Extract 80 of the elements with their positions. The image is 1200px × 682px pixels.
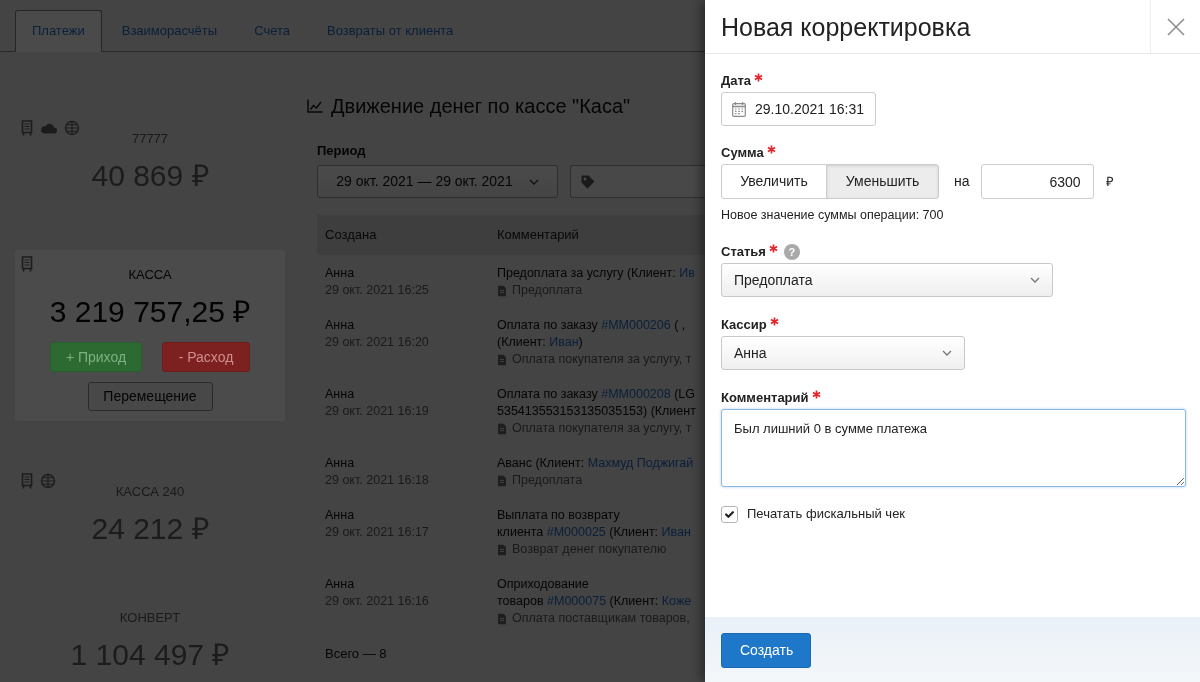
globe-icon: [64, 120, 80, 136]
author-text: Анна: [325, 576, 356, 593]
create-button[interactable]: Создать: [721, 633, 811, 668]
document-icon: [497, 474, 507, 487]
author-text: Анна: [325, 455, 356, 472]
close-button[interactable]: [1150, 0, 1200, 53]
account-balance: 3 219 757,25 ₽: [48, 294, 252, 330]
comment-text: товаров #M000075 (Клиент: Коже: [497, 593, 693, 610]
calendar-icon: [732, 101, 746, 117]
comment-link[interactable]: Коже: [661, 594, 692, 608]
field-label: Сумма: [721, 144, 764, 162]
dropdown-field[interactable]: Предоплата: [721, 263, 1053, 297]
author-text: Анна: [325, 265, 356, 282]
document-icon: [497, 284, 507, 297]
income-button[interactable]: + Приход: [50, 342, 142, 372]
panel-title: Новая корректировка: [720, 12, 972, 43]
close-icon: [1166, 17, 1185, 36]
chevron-icon: [942, 350, 952, 356]
dropdown-field[interactable]: Анна: [721, 336, 965, 370]
field-label: Дата: [721, 72, 752, 90]
comment-text: Оприходование: [497, 576, 590, 593]
chart-icon: [307, 99, 323, 113]
comment-text: 535413553153135035153) (Клиент: [497, 403, 697, 420]
period-select[interactable]: 29 окт. 2021 — 29 окт. 2021: [317, 165, 558, 198]
account-name: КАССА: [127, 266, 173, 284]
tag-filter-field[interactable]: [570, 165, 705, 198]
comment-text: Выплата по возврату: [497, 507, 621, 524]
tag-icon: [580, 173, 596, 190]
comment-text: клиента #M000025 (Клиент: Иван: [497, 524, 692, 541]
document-icon: [497, 612, 507, 625]
comment-text: Аванс (Клиент: Махмуд Поджигай: [497, 455, 695, 472]
author-text: Анна: [325, 507, 356, 524]
cloud-icon: [40, 122, 58, 134]
comment-text: Оплата по заказу #MM000206 ( ,: [497, 317, 687, 334]
comment-link[interactable]: Ив: [679, 266, 695, 280]
comment-link[interactable]: #M000025: [546, 525, 606, 539]
tab[interactable]: Возвраты от клиента: [310, 10, 471, 52]
transfer-button[interactable]: Перемещение: [87, 382, 213, 411]
globe-icon: [40, 473, 56, 489]
comment-link[interactable]: #M000075: [547, 594, 607, 608]
tab[interactable]: Платежи: [15, 10, 102, 52]
account-card[interactable]: КАССА 3 219 757,25 ₽ + Приход - Расход Перемещение: [15, 250, 285, 421]
author-text: Анна: [325, 317, 356, 334]
chevron-icon: [1030, 277, 1040, 283]
help-icon[interactable]: ?: [783, 244, 800, 260]
receipt-icon: [20, 120, 34, 136]
tab[interactable]: Взаиморасчёты: [104, 10, 235, 52]
page-heading: Движение денег по кассе "Каса": [331, 94, 631, 118]
field-label: Комментарий: [721, 389, 809, 407]
comment-link[interactable]: Иван: [661, 525, 691, 539]
expense-button[interactable]: - Расход: [162, 342, 250, 372]
hint-text: Новое значение суммы операции: 700: [721, 207, 945, 224]
field-label: Кассир: [721, 316, 767, 334]
amount-field[interactable]: 6300: [980, 164, 1094, 199]
comment-link[interactable]: #MM000206: [601, 318, 671, 332]
comment-text: Предоплата за услугу (Клиент: Ив: [497, 265, 696, 282]
comment-link[interactable]: #MM000208: [601, 387, 671, 401]
document-icon: [497, 422, 507, 435]
comment-link[interactable]: Махмуд Поджигай: [587, 456, 694, 470]
checkbox[interactable]: [721, 505, 738, 523]
comment-field[interactable]: Был лишний 0 в сумме платежа: [721, 409, 1186, 487]
field-label: Статья: [721, 243, 766, 261]
toggle-button[interactable]: Уменьшить: [826, 164, 939, 199]
comment-text: (Клиент: Иван): [497, 334, 584, 351]
connector-text: на: [954, 172, 970, 191]
tab[interactable]: Счета: [237, 10, 307, 52]
checkbox-label[interactable]: Печатать фискальный чек: [747, 505, 906, 523]
currency-text: ₽: [1105, 172, 1114, 191]
total-text: Всего — 8: [324, 645, 388, 663]
date-field[interactable]: 29.10.2021 16:31: [721, 92, 876, 126]
comment-link[interactable]: Иван: [549, 335, 579, 349]
document-icon: [497, 543, 507, 556]
filter-label: Период: [317, 142, 367, 160]
receipt-icon: [20, 473, 34, 489]
author-text: Анна: [325, 386, 356, 403]
receipt-icon: [20, 256, 34, 272]
chevron-icon: [528, 178, 539, 185]
document-icon: [497, 353, 507, 366]
comment-text: Оплата по заказу #MM000208 (LG: [497, 386, 697, 403]
toggle-button[interactable]: Увеличить: [721, 164, 827, 199]
